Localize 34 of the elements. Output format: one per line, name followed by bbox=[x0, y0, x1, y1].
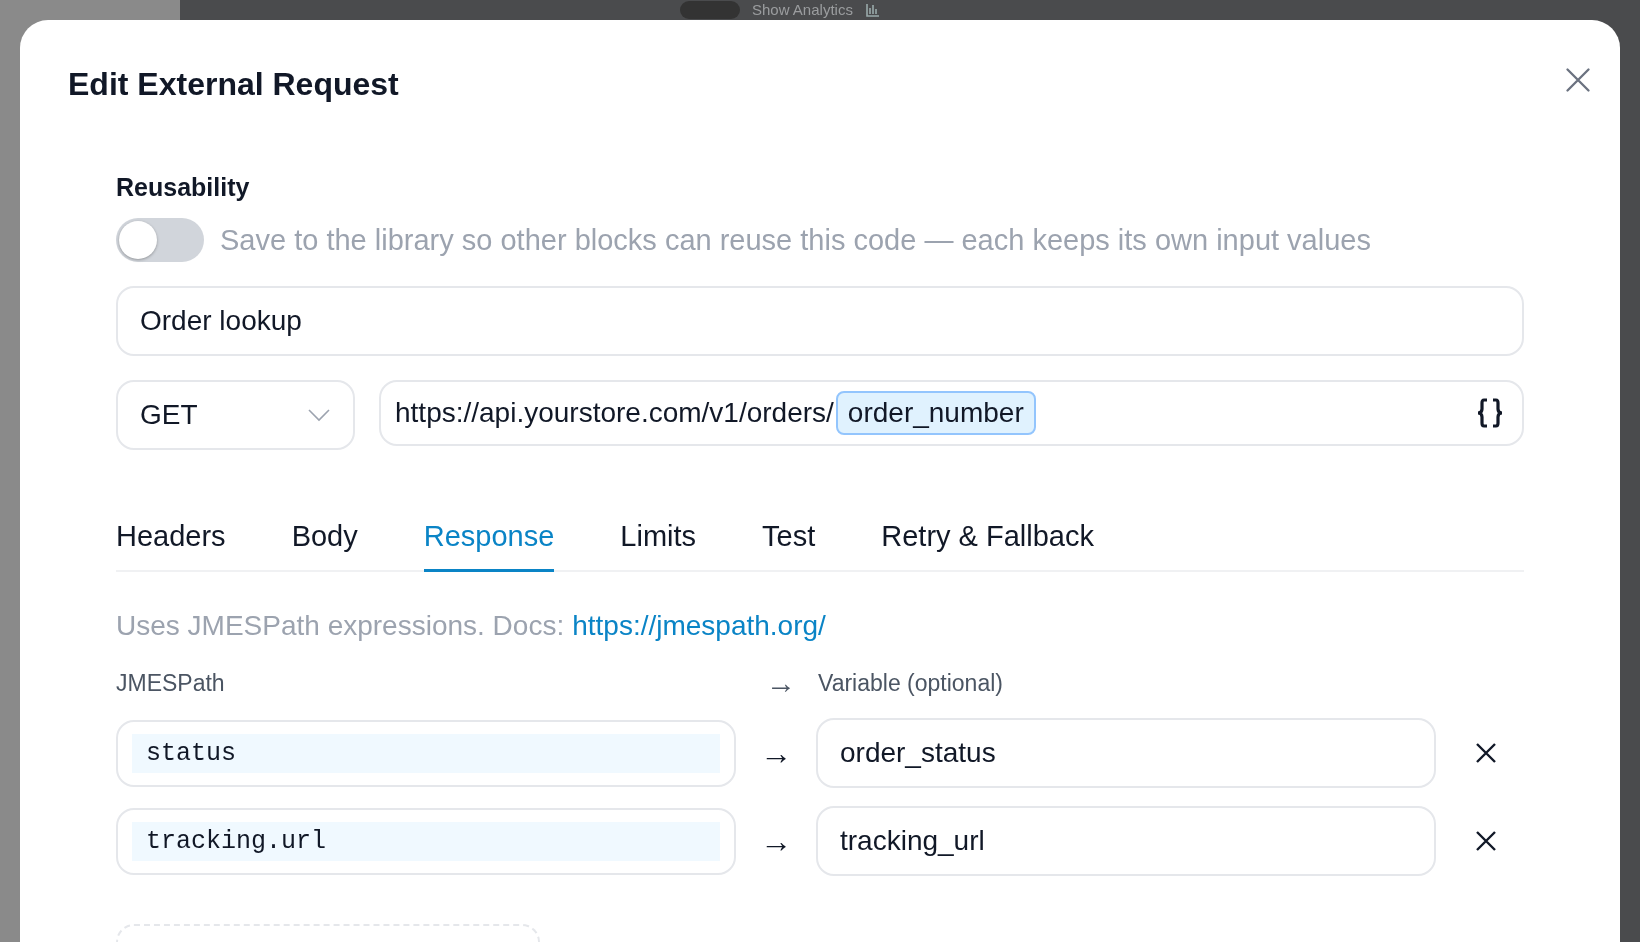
tab[interactable]: Body bbox=[291, 508, 358, 572]
name-field[interactable]: Order lookup bbox=[116, 286, 1524, 356]
section-label: Reusability bbox=[116, 173, 251, 202]
path-field[interactable]: status bbox=[116, 719, 736, 787]
variable-chip: order_number bbox=[835, 391, 1036, 435]
toggle-description: Save to the library so other blocks can reuse this code — each keeps its own input values bbox=[220, 223, 1371, 257]
path-code: tracking.url bbox=[132, 821, 720, 861]
method-select[interactable]: GET bbox=[116, 380, 355, 450]
variable-field[interactable]: tracking_url bbox=[816, 806, 1436, 876]
remove-icon[interactable] bbox=[1474, 829, 1498, 853]
tab[interactable]: Retry & Fallback bbox=[881, 508, 1094, 572]
variable-field[interactable]: order_status bbox=[816, 718, 1436, 788]
tab[interactable]: Response bbox=[423, 508, 555, 572]
tab[interactable]: Limits bbox=[620, 508, 697, 572]
help-text: Uses JMESPath expressions. Docs: bbox=[116, 610, 565, 642]
arrow-icon: → bbox=[766, 668, 818, 698]
docs-link[interactable]: https://jmespath.org/ bbox=[572, 610, 826, 642]
chevron-down-icon bbox=[307, 408, 331, 422]
column-header: JMESPath bbox=[116, 669, 226, 697]
tab[interactable]: Headers bbox=[116, 508, 226, 572]
bar-chart-icon bbox=[864, 2, 881, 18]
remove-icon[interactable] bbox=[1474, 741, 1498, 765]
braces-icon[interactable] bbox=[1476, 397, 1504, 429]
arrow-icon: → bbox=[736, 737, 816, 769]
reusability-toggle[interactable] bbox=[116, 218, 204, 262]
arrow-icon: → bbox=[736, 825, 816, 857]
path-field[interactable]: tracking.url bbox=[116, 807, 736, 875]
column-header: Variable (optional) bbox=[818, 669, 1003, 697]
toolbar-label: Show Analytics bbox=[752, 1, 853, 19]
tab[interactable]: Test bbox=[762, 508, 816, 572]
dialog-title: Edit External Request bbox=[68, 66, 399, 103]
url-field[interactable]: https://api.yourstore.com/v1/orders/ order_number bbox=[379, 380, 1524, 446]
url-text: https://api.yourstore.com/v1/orders/ bbox=[395, 397, 834, 429]
path-code: status bbox=[132, 733, 720, 773]
